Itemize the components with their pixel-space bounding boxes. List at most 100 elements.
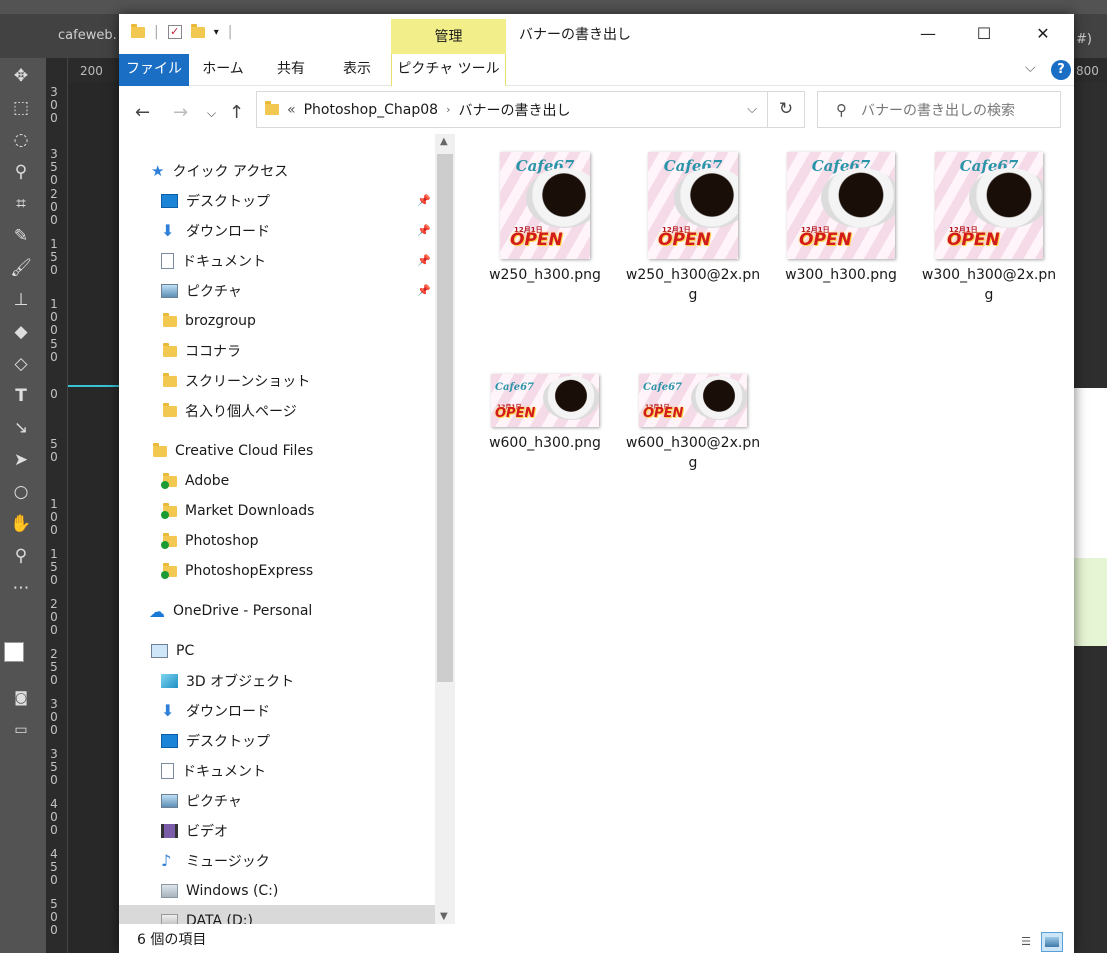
breadcrumb-chap08[interactable]: Photoshop_Chap08 <box>304 102 438 118</box>
nav-item-drive-c[interactable]: Windows (C:) <box>161 878 278 904</box>
type-tool-icon[interactable]: T <box>7 384 35 408</box>
nav-item-brozgroup[interactable]: brozgroup <box>163 308 256 334</box>
quick-select-tool-icon[interactable]: ⚲ <box>7 160 35 184</box>
nav-item-documents[interactable]: ドキュメント <box>161 248 266 274</box>
eraser-tool-icon[interactable]: ◆ <box>7 320 35 344</box>
pin-icon[interactable]: 📌 <box>417 254 431 268</box>
more-tools-icon[interactable]: ⋯ <box>7 576 35 600</box>
nav-item-screenshots[interactable]: スクリーンショット <box>163 368 310 394</box>
nav-item-pictures[interactable]: ピクチャ <box>161 278 242 304</box>
nav-label: スクリーンショット <box>185 374 311 390</box>
manage-context-tab[interactable]: 管理 <box>391 19 506 54</box>
right-tab-label: #) <box>1076 32 1092 47</box>
screen-mode-icon[interactable]: ▭ <box>7 718 35 742</box>
nav-item-3d-objects[interactable]: 3D オブジェクト <box>161 668 294 694</box>
nav-item-pc-desktop[interactable]: デスクトップ <box>161 728 270 754</box>
hand-tool-icon[interactable]: ✋ <box>7 512 35 536</box>
search-input[interactable]: ⚲ バナーの書き出しの検索 <box>817 91 1061 128</box>
maximize-button[interactable]: ☐ <box>955 14 1013 54</box>
lasso-tool-icon[interactable]: ◌ <box>7 128 35 152</box>
tab-view[interactable]: 表示 <box>331 54 383 86</box>
stamp-tool-icon[interactable]: ⊥ <box>7 288 35 312</box>
pin-icon[interactable]: 📌 <box>417 194 431 208</box>
minimize-button[interactable]: — <box>899 14 957 54</box>
tab-file[interactable]: ファイル <box>119 54 189 86</box>
breadcrumb-current[interactable]: バナーの書き出し <box>458 100 570 120</box>
forward-arrow-icon[interactable]: → <box>173 102 188 123</box>
eyedropper-tool-icon[interactable]: ✎ <box>7 224 35 248</box>
picture-icon <box>161 284 178 298</box>
foreground-color-swatch[interactable] <box>4 642 24 662</box>
marquee-tool-icon[interactable]: ⬚ <box>7 96 35 120</box>
file-tile[interactable]: Cafe67 12月1日 OPEN w300_h300@2x.png <box>919 152 1059 305</box>
address-bar[interactable]: « Photoshop_Chap08 › バナーの書き出し ⌵ <box>256 91 768 128</box>
address-overflow[interactable]: « <box>287 102 296 118</box>
large-icons-view-icon[interactable] <box>1041 932 1063 952</box>
nav-pc[interactable]: PC <box>151 638 194 664</box>
zoom-tool-icon[interactable]: ⚲ <box>7 544 35 568</box>
details-view-icon[interactable]: ☰ <box>1015 932 1037 952</box>
nav-creative-cloud[interactable]: Creative Cloud Files <box>153 438 313 464</box>
nav-item-drive-d[interactable]: DATA (D:) <box>161 908 253 924</box>
tab-picture-tools[interactable]: ピクチャ ツール <box>391 54 506 86</box>
nav-item-photoshop-express[interactable]: PhotoshopExpress <box>161 558 313 584</box>
crop-tool-icon[interactable]: ⌗ <box>7 192 35 216</box>
nav-item-pc-pictures[interactable]: ピクチャ <box>161 788 242 814</box>
photoshop-document-tab[interactable]: cafeweb. <box>50 14 125 58</box>
nav-item-market-downloads[interactable]: Market Downloads <box>161 498 314 524</box>
up-arrow-icon[interactable]: ↑ <box>229 102 244 123</box>
file-tile[interactable]: Cafe67 12月1日 OPEN w600_h300@2x.png <box>623 374 763 473</box>
nav-scrollbar[interactable]: ▲ ▼ <box>435 134 455 924</box>
nav-item-pc-documents[interactable]: ドキュメント <box>161 758 266 784</box>
file-tile[interactable]: Cafe67 12月1日 OPEN w300_h300.png <box>771 152 911 285</box>
synced-folder-icon <box>161 472 177 489</box>
scrollbar-thumb[interactable] <box>437 154 453 682</box>
nav-item-videos[interactable]: ビデオ <box>161 818 228 844</box>
nav-item-desktop[interactable]: デスクトップ <box>161 188 270 214</box>
scroll-down-icon[interactable]: ▼ <box>440 911 448 922</box>
nav-onedrive[interactable]: ☁ OneDrive - Personal <box>149 598 312 624</box>
pin-icon[interactable]: 📌 <box>417 284 431 298</box>
file-tile[interactable]: Cafe67 12月1日 OPEN w250_h300.png <box>475 152 615 285</box>
file-name: w600_h300.png <box>489 435 601 451</box>
nav-quick-access[interactable]: ★ クイック アクセス <box>151 158 288 184</box>
customize-dropdown-icon[interactable]: ▾ <box>214 27 219 38</box>
refresh-icon[interactable]: ↻ <box>767 91 805 128</box>
file-explorer-window: | ✓ ▾ | 管理 バナーの書き出し — ☐ ✕ ファイル ホーム 共有 表示… <box>119 14 1074 953</box>
file-tile[interactable]: Cafe67 12月1日 OPEN w600_h300.png <box>475 374 615 453</box>
file-tile[interactable]: Cafe67 12月1日 OPEN w250_h300@2x.png <box>623 152 763 305</box>
nav-item-personal-page[interactable]: 名入り個人ページ <box>163 398 297 424</box>
expand-ribbon-chevron-icon[interactable]: ⌵ <box>1025 60 1036 76</box>
nav-item-adobe[interactable]: Adobe <box>161 468 229 494</box>
recent-locations-chevron-icon[interactable]: ⌵ <box>207 106 216 121</box>
ellipse-tool-icon[interactable]: ○ <box>7 480 35 504</box>
download-arrow-icon: ⬇ <box>161 701 175 720</box>
scroll-up-icon[interactable]: ▲ <box>440 136 448 147</box>
path-tool-icon[interactable]: ↘ <box>7 416 35 440</box>
help-button[interactable]: ? <box>1051 60 1071 80</box>
properties-check-icon[interactable]: ✓ <box>167 25 182 39</box>
nav-item-downloads[interactable]: ⬇ ダウンロード <box>161 218 270 244</box>
brush-tool-icon[interactable]: 🖌 <box>7 256 35 280</box>
breadcrumb-chevron-icon[interactable]: › <box>446 103 450 116</box>
tab-share[interactable]: 共有 <box>265 54 317 86</box>
nav-label: 3D オブジェクト <box>186 674 295 690</box>
nav-item-pc-downloads[interactable]: ⬇ ダウンロード <box>161 698 270 724</box>
tab-home[interactable]: ホーム <box>197 54 249 86</box>
select-arrow-tool-icon[interactable]: ➤ <box>7 448 35 472</box>
computer-icon <box>151 644 168 658</box>
pin-icon[interactable]: 📌 <box>417 224 431 238</box>
thumbnail-open-badge: OPEN <box>495 406 536 421</box>
nav-label: クイック アクセス <box>172 164 289 180</box>
address-dropdown-icon[interactable]: ⌵ <box>747 102 757 117</box>
move-tool-icon[interactable]: ✥ <box>7 64 35 88</box>
nav-item-coconala[interactable]: ココナラ <box>163 338 241 364</box>
nav-item-photoshop[interactable]: Photoshop <box>161 528 259 554</box>
bucket-tool-icon[interactable]: ◇ <box>7 352 35 376</box>
close-button[interactable]: ✕ <box>1014 14 1072 54</box>
nav-item-music[interactable]: ♪ ミュージック <box>161 848 270 874</box>
document-icon <box>161 763 174 779</box>
back-arrow-icon[interactable]: ← <box>135 102 150 123</box>
quick-mask-icon[interactable]: ◙ <box>7 686 35 710</box>
new-folder-icon[interactable] <box>190 23 205 38</box>
